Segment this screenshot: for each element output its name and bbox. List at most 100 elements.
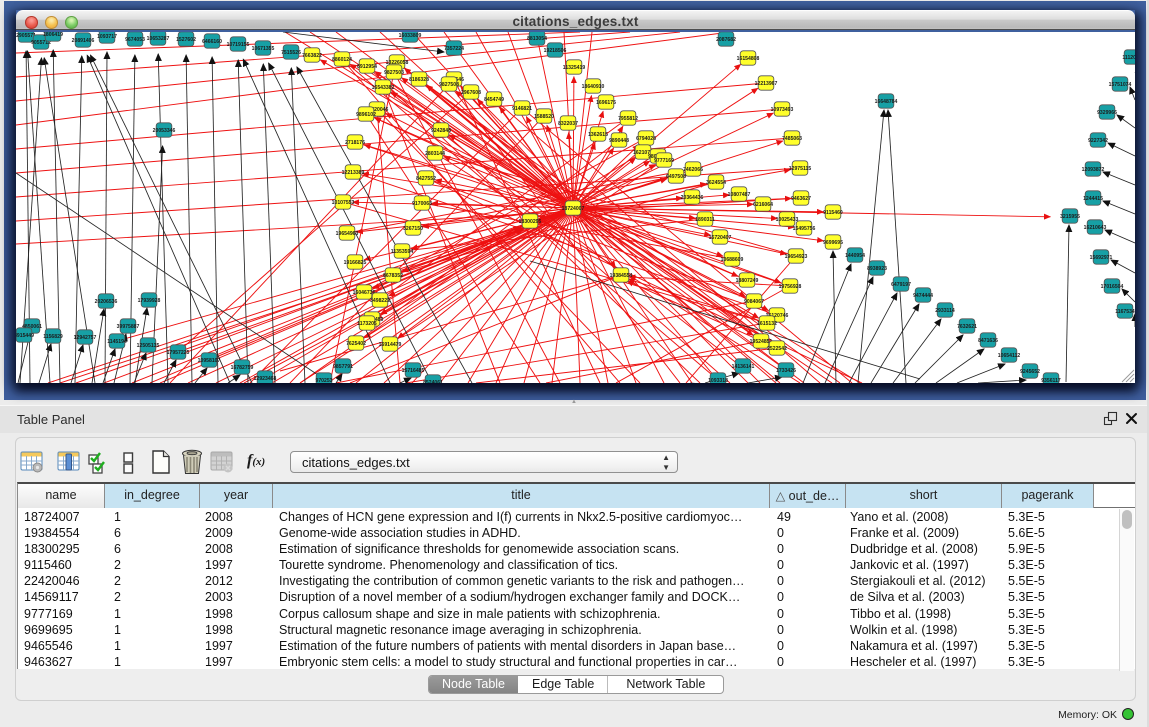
svg-text:1806419: 1806419 [43, 32, 63, 38]
svg-text:9674053: 9674053 [125, 37, 145, 43]
svg-text:8186328: 8186328 [409, 77, 429, 83]
svg-text:1890311: 1890311 [695, 217, 715, 223]
svg-text:15716485: 15716485 [402, 368, 425, 374]
svg-text:3498222: 3498222 [370, 298, 390, 304]
svg-text:19218506: 19218506 [544, 48, 567, 54]
svg-text:8938923: 8938923 [867, 266, 887, 272]
svg-text:8860124: 8860124 [332, 57, 352, 63]
svg-text:10107553: 10107553 [332, 200, 355, 206]
svg-text:9827503: 9827503 [384, 70, 404, 76]
svg-text:7485063: 7485063 [782, 136, 802, 142]
svg-text:10025433: 10025433 [776, 217, 799, 223]
svg-text:7462066: 7462066 [683, 167, 703, 173]
svg-text:7955812: 7955812 [618, 116, 638, 122]
svg-text:20891406: 20891406 [72, 38, 95, 44]
svg-text:9777169: 9777169 [654, 158, 674, 164]
svg-text:10653287: 10653287 [147, 36, 170, 42]
svg-text:10688609: 10688609 [721, 257, 744, 263]
svg-text:10671355: 10671355 [252, 46, 275, 52]
svg-text:11353594: 11353594 [391, 249, 414, 255]
svg-text:9242848: 9242848 [431, 128, 451, 134]
svg-text:20206536: 20206536 [95, 299, 118, 305]
svg-text:15692971: 15692971 [1090, 255, 1113, 261]
svg-text:9084067: 9084067 [744, 299, 764, 305]
svg-text:16914479: 16914479 [379, 342, 402, 348]
svg-text:3215955: 3215955 [1060, 214, 1080, 220]
svg-text:12213967: 12213967 [755, 81, 778, 87]
svg-text:8471636: 8471636 [978, 338, 998, 344]
svg-text:1527602: 1527602 [176, 37, 196, 43]
svg-text:12093872: 12093872 [1082, 167, 1105, 173]
svg-text:9115460: 9115460 [823, 210, 843, 216]
svg-text:9356117: 9356117 [1041, 378, 1061, 383]
svg-text:1145194: 1145194 [107, 339, 127, 345]
svg-text:11325419: 11325419 [563, 65, 586, 71]
svg-text:7663822: 7663822 [302, 53, 322, 59]
svg-text:1093318: 1093318 [708, 378, 728, 383]
svg-text:8813054: 8813054 [527, 36, 547, 42]
svg-text:19654923: 19654923 [785, 254, 808, 260]
svg-text:6466160: 6466160 [202, 39, 222, 45]
svg-text:10958107: 10958107 [198, 358, 221, 364]
svg-text:1362615: 1362615 [588, 132, 608, 138]
svg-text:6794028: 6794028 [636, 136, 656, 142]
svg-text:7515526: 7515526 [281, 50, 301, 56]
svg-text:8678352: 8678352 [383, 273, 403, 279]
svg-text:8912954: 8912954 [357, 64, 377, 70]
svg-text:9463627: 9463627 [791, 196, 811, 202]
svg-text:18640910: 18640910 [582, 84, 605, 90]
svg-text:15495756: 15495756 [793, 226, 816, 232]
svg-text:9146821: 9146821 [512, 106, 532, 112]
svg-text:1173205: 1173205 [357, 321, 377, 327]
svg-text:19166825: 19166825 [344, 260, 367, 266]
svg-text:18807249: 18807249 [736, 278, 759, 284]
svg-text:2967608: 2967608 [461, 90, 481, 96]
svg-text:8427552: 8427552 [416, 176, 436, 182]
svg-text:12923468: 12923468 [254, 376, 277, 382]
svg-text:18724007: 18724007 [562, 206, 585, 212]
svg-text:17016504: 17016504 [1101, 284, 1124, 290]
svg-text:6216064: 6216064 [753, 202, 773, 208]
svg-text:8322037: 8322037 [558, 121, 578, 127]
svg-text:10719155: 10719155 [227, 42, 250, 48]
svg-text:1733426: 1733426 [776, 368, 796, 374]
svg-text:39975887: 39975887 [117, 324, 140, 330]
svg-text:8524061: 8524061 [423, 380, 443, 383]
svg-text:2522542: 2522542 [767, 346, 787, 352]
svg-text:14136141: 14136141 [732, 364, 755, 370]
svg-text:1112053: 1112053 [1122, 55, 1135, 61]
svg-text:10973493: 10973493 [771, 107, 794, 113]
svg-text:19384554: 19384554 [610, 273, 633, 279]
svg-text:9699695: 9699695 [823, 240, 843, 246]
svg-text:10654112: 10654112 [998, 353, 1021, 359]
svg-text:1244415: 1244415 [1083, 196, 1103, 202]
svg-text:3915449: 3915449 [16, 333, 34, 339]
svg-text:7625402: 7625402 [346, 341, 366, 347]
svg-text:3624554: 3624554 [706, 180, 726, 186]
svg-text:7357224: 7357224 [444, 46, 464, 52]
svg-text:9245652: 9245652 [1020, 369, 1040, 375]
svg-text:9827508: 9827508 [439, 82, 459, 88]
svg-text:1588520: 1588520 [534, 114, 554, 120]
svg-text:19756928: 19756928 [779, 284, 802, 290]
svg-text:1156829: 1156829 [43, 334, 63, 340]
svg-text:12975115: 12975115 [789, 166, 812, 172]
svg-text:19654963: 19654963 [336, 231, 359, 237]
svg-text:9170063: 9170063 [412, 201, 432, 207]
svg-text:9857791: 9857791 [333, 364, 353, 370]
svg-text:16033809: 16033809 [399, 33, 422, 39]
svg-text:16154808: 16154808 [737, 56, 760, 62]
svg-text:15720407: 15720407 [709, 235, 732, 241]
svg-text:16210643: 16210643 [1084, 225, 1107, 231]
svg-text:6497508: 6497508 [666, 174, 686, 180]
svg-text:9890448: 9890448 [609, 138, 629, 144]
svg-text:1440954: 1440954 [845, 253, 865, 259]
svg-text:1167534: 1167534 [1115, 309, 1135, 315]
svg-text:9227342: 9227342 [1088, 138, 1108, 144]
svg-text:16782759: 16782759 [231, 365, 254, 371]
svg-text:9474444: 9474444 [913, 293, 933, 299]
svg-text:17957225: 17957225 [167, 350, 190, 356]
svg-text:20053346: 20053346 [153, 128, 176, 134]
svg-text:9329966: 9329966 [1097, 110, 1117, 116]
svg-text:2087682: 2087682 [716, 37, 736, 43]
